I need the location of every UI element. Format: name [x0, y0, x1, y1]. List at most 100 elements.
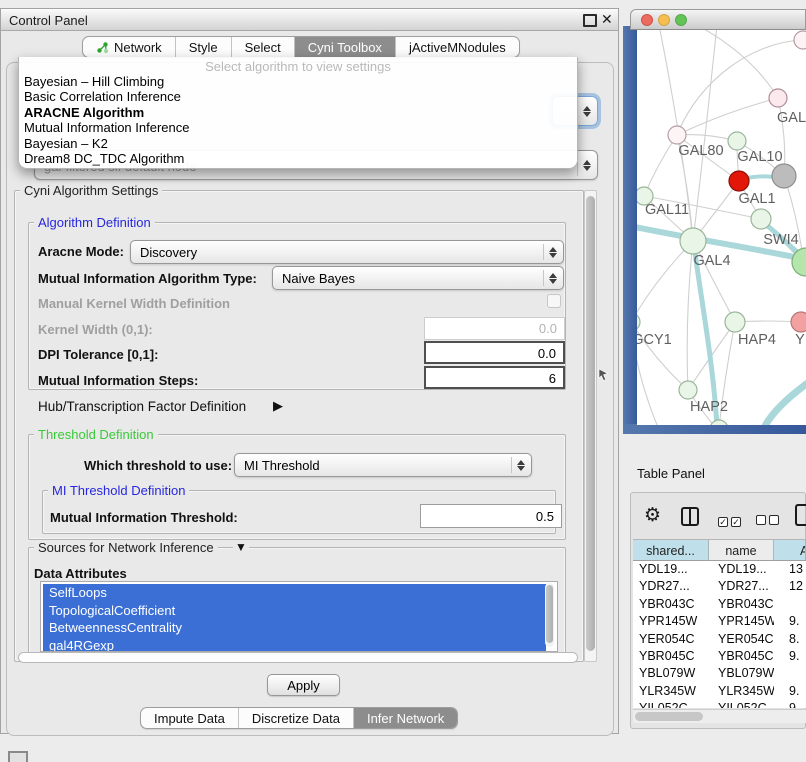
settings-group-title: Cyni Algorithm Settings — [20, 183, 162, 198]
network-window-frame-bottom — [623, 424, 806, 434]
control-panel-tabbar: Network Style Select Cyni Toolbox jActiv… — [82, 36, 520, 58]
dropdown-item[interactable]: Dream8 DC_TDC Algorithm — [19, 151, 577, 166]
network-icon — [96, 41, 109, 57]
manual-kernel-checkbox[interactable] — [547, 294, 561, 308]
close-traffic-light-icon[interactable] — [641, 14, 653, 26]
zoom-traffic-light-icon[interactable] — [675, 14, 687, 26]
node-gal-partial[interactable] — [769, 89, 787, 107]
tab-infer-network[interactable]: Infer Network — [354, 708, 457, 728]
table-hscrollbar-track[interactable] — [633, 709, 806, 723]
list-item[interactable]: gal4RGexp — [43, 637, 546, 653]
node-label: GAL — [777, 110, 806, 126]
algorithm-dropdown: Select algorithm to view settings Bayesi… — [18, 57, 578, 169]
dropdown-item[interactable]: Bayesian – Hill Climbing — [19, 74, 577, 89]
node-label: GAL4 — [693, 253, 730, 269]
combo-arrows-icon — [582, 159, 591, 172]
node-label: HAP4 — [738, 332, 776, 348]
control-panel-titlebar[interactable]: Control Panel ✕ — [1, 9, 618, 31]
table-row[interactable]: YBR043CYBR043C — [633, 596, 806, 613]
column-header-partial[interactable]: A — [774, 539, 806, 561]
deselect-all-checks-icon[interactable] — [756, 512, 779, 530]
list-scrollbar-track[interactable] — [545, 583, 554, 647]
table-row[interactable]: YDL19...YDL19...13 — [633, 561, 806, 578]
table-row[interactable]: YER054CYER054C8. — [633, 631, 806, 648]
table-row[interactable]: YDR27...YDR27...12 — [633, 578, 806, 595]
new-table-icon[interactable] — [795, 504, 806, 526]
list-item[interactable]: BetweennessCentrality — [43, 619, 546, 637]
dpi-tolerance-label: DPI Tolerance [0,1]: — [38, 347, 158, 362]
list-item[interactable]: SelfLoops — [43, 584, 546, 602]
node-gal80[interactable] — [668, 126, 686, 144]
tab-network[interactable]: Network — [83, 37, 176, 57]
mi-algo-type-combo[interactable]: Naive Bayes — [272, 266, 564, 290]
tab-impute-data[interactable]: Impute Data — [141, 708, 239, 728]
node-gray[interactable] — [772, 164, 796, 188]
mi-threshold-group-title: MI Threshold Definition — [48, 483, 189, 498]
mi-steps-label: Mutual Information Steps: — [38, 373, 198, 388]
tab-style[interactable]: Style — [176, 37, 232, 57]
sources-group-title: Sources for Network Inference — [34, 540, 218, 555]
expand-down-icon[interactable]: ▼ — [233, 540, 249, 554]
kernel-width-field[interactable]: 0.0 — [424, 317, 565, 340]
node-salmon[interactable] — [791, 312, 806, 332]
gear-icon[interactable]: ⚙ — [644, 504, 661, 527]
minimize-traffic-light-icon[interactable] — [658, 14, 670, 26]
node-gcy1[interactable] — [637, 313, 640, 331]
dropdown-item-selected[interactable]: ARACNE Algorithm — [19, 105, 577, 120]
tab-select[interactable]: Select — [232, 37, 295, 57]
column-header-shared[interactable]: shared... — [633, 539, 709, 561]
close-icon[interactable]: ✕ — [601, 11, 613, 28]
dropdown-item[interactable]: Bayesian – K2 — [19, 136, 577, 151]
dpi-tolerance-field[interactable]: 0.0 — [424, 341, 565, 364]
column-header-name[interactable]: name — [709, 539, 774, 561]
aracne-mode-combo[interactable]: Discovery — [130, 240, 564, 264]
settings-scrollbar-track[interactable] — [584, 190, 597, 662]
node-bottom-partial[interactable] — [710, 420, 728, 425]
select-all-checks-icon[interactable]: ✓✓ — [718, 512, 741, 530]
table-row[interactable]: YLR345WYLR345W9. — [633, 683, 806, 700]
apply-button[interactable]: Apply — [267, 674, 340, 696]
float-window-icon[interactable] — [583, 14, 597, 27]
node-label: GAL10 — [737, 149, 782, 165]
dropdown-item[interactable]: Basic Correlation Inference — [19, 89, 577, 104]
node-label: SWI4 — [763, 232, 798, 248]
table-row[interactable]: YBL079WYBL079W — [633, 665, 806, 682]
mi-threshold-field[interactable]: 0.5 — [420, 504, 562, 528]
minimized-panel-icon[interactable] — [8, 751, 28, 762]
tab-discretize-data[interactable]: Discretize Data — [239, 708, 354, 728]
node-gal1-red[interactable] — [729, 171, 749, 191]
node-label: GAL11 — [645, 202, 689, 218]
node-label: GAL80 — [678, 143, 723, 159]
node-gal4[interactable] — [680, 228, 706, 254]
mi-steps-field[interactable]: 6 — [424, 366, 565, 389]
node-unlabeled[interactable] — [794, 31, 806, 49]
node-swi4[interactable] — [751, 209, 771, 229]
column-layout-icon[interactable] — [681, 507, 699, 526]
expand-right-icon[interactable]: ▶ — [273, 398, 283, 414]
hub-section-label[interactable]: Hub/Transcription Factor Definition — [38, 399, 246, 414]
table-row[interactable]: YBR045CYBR045C9. — [633, 648, 806, 665]
node-label: GAL1 — [738, 191, 775, 207]
network-window-titlebar[interactable] — [630, 9, 806, 30]
table-row[interactable]: YIL052CYIL052C9 — [633, 700, 806, 708]
list-item[interactable]: TopologicalCoefficient — [43, 602, 546, 620]
table-rows: YDL19...YDL19...13 YDR27...YDR27...12 YB… — [633, 561, 806, 708]
node-label: GCY1 — [637, 332, 672, 348]
node-hap4[interactable] — [725, 312, 745, 332]
table-hscrollbar-thumb[interactable] — [635, 712, 703, 721]
node-hap2[interactable] — [679, 381, 697, 399]
bottom-tabbar: Impute Data Discretize Data Infer Networ… — [140, 707, 458, 729]
data-attributes-list: SelfLoops TopologicalCoefficient Between… — [40, 581, 558, 652]
dropdown-item[interactable]: Mutual Information Inference — [19, 120, 577, 135]
list-scrollbar-thumb[interactable] — [546, 585, 553, 643]
tab-cyni-toolbox[interactable]: Cyni Toolbox — [295, 37, 396, 57]
settings-scrollbar-thumb[interactable] — [586, 196, 595, 651]
which-threshold-combo[interactable]: MI Threshold — [234, 453, 532, 477]
tab-jactivemnodules[interactable]: jActiveMNodules — [396, 37, 519, 57]
node-gal10[interactable] — [728, 132, 746, 150]
screen: Control Panel ✕ Network Style Select Cyn… — [0, 0, 806, 762]
network-canvas[interactable]: GAL GAL80 GAL10 GAL1 GAL11 SWI4 GAL4 GCY… — [637, 30, 806, 425]
settings-hscrollbar[interactable] — [18, 652, 578, 663]
table-row[interactable]: YPR145WYPR145W9. — [633, 613, 806, 630]
mi-algo-type-label: Mutual Information Algorithm Type: — [38, 271, 257, 286]
